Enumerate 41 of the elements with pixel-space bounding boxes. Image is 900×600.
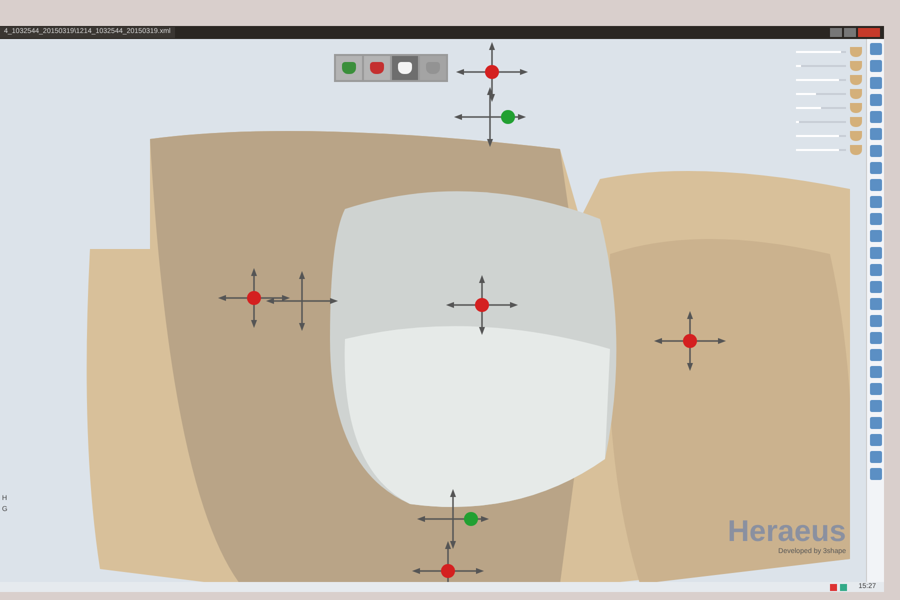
tool-icon[interactable] (870, 366, 882, 378)
logo-wordmark: Heraeus (728, 517, 846, 547)
tool-icon[interactable] (870, 179, 882, 191)
tool-icon[interactable] (870, 230, 882, 242)
tool-icon[interactable] (870, 60, 882, 72)
tool-icon[interactable] (870, 383, 882, 395)
tool-icon[interactable] (870, 213, 882, 225)
tool-icon[interactable] (870, 247, 882, 259)
tool-icon[interactable] (870, 349, 882, 361)
tooth-icon (398, 62, 412, 74)
tool-icon[interactable] (870, 468, 882, 480)
tooth-icon (850, 103, 862, 113)
tool-button[interactable] (364, 56, 390, 80)
tooth-icon (342, 62, 356, 74)
tool-icon[interactable] (870, 315, 882, 327)
tool-icon[interactable] (870, 434, 882, 446)
tool-icon[interactable] (870, 281, 882, 293)
tool-icon[interactable] (870, 264, 882, 276)
tool-icon[interactable] (870, 128, 882, 140)
tool-icon[interactable] (870, 417, 882, 429)
tool-icon[interactable] (870, 332, 882, 344)
tool-icon[interactable] (870, 111, 882, 123)
tooth-icon (850, 117, 862, 127)
tool-icon[interactable] (870, 196, 882, 208)
tooth-icon (850, 61, 862, 71)
tool-icon[interactable] (870, 145, 882, 157)
tool-icon[interactable] (870, 162, 882, 174)
tooth-icon (370, 62, 384, 74)
tool-button[interactable] (336, 56, 362, 80)
tooth-icon (850, 75, 862, 85)
tool-icon[interactable] (870, 298, 882, 310)
tool-icon[interactable] (870, 400, 882, 412)
tool-icon[interactable] (870, 77, 882, 89)
tool-icon[interactable] (870, 94, 882, 106)
tool-button[interactable] (392, 56, 418, 80)
tooth-icon (850, 131, 862, 141)
tooth-icon (850, 47, 862, 57)
tool-icon[interactable] (870, 43, 882, 55)
tooth-icon (850, 89, 862, 99)
tooth-icon (850, 145, 862, 155)
tool-icon[interactable] (870, 451, 882, 463)
